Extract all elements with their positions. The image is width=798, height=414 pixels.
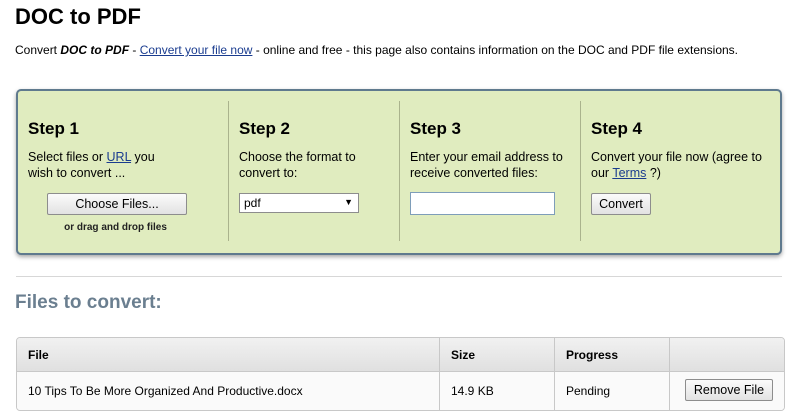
convert-now-link[interactable]: Convert your file now [140, 43, 253, 57]
intro-suffix: - online and free - this page also conta… [252, 43, 739, 57]
table-header: File Size Progress [17, 338, 784, 372]
intro-prefix: Convert [15, 43, 61, 57]
file-progress-cell: Pending [566, 384, 611, 398]
email-input[interactable] [410, 192, 555, 215]
column-divider [669, 372, 670, 410]
section-separator [16, 276, 782, 277]
file-name-cell: 10 Tips To Be More Organized And Product… [28, 384, 303, 398]
step-3-description: Enter your email address to receive conv… [410, 150, 563, 180]
step-2-description: Choose the format to convert to: [239, 150, 356, 180]
format-select-value: pdf [244, 196, 261, 210]
step-3-title: Step 3 [410, 119, 462, 138]
step-1: Step 1 Select files or URL you wish to c… [18, 91, 228, 253]
file-size-cell: 14.9 KB [451, 384, 494, 398]
step-1-description: Select files or URL you wish to convert … [28, 149, 178, 181]
column-header-progress: Progress [566, 347, 619, 362]
step-4-title: Step 4 [591, 119, 643, 138]
convert-button[interactable]: Convert [591, 193, 651, 215]
step-2-title: Step 2 [239, 119, 291, 138]
steps-panel: Step 1 Select files or URL you wish to c… [16, 89, 782, 255]
step-4-description: Convert your file now (agree to our Term… [591, 149, 766, 181]
dropdown-arrow-icon: ▼ [344, 197, 353, 207]
page-title: DOC to PDF [15, 4, 141, 29]
intro-dash: - [129, 43, 140, 57]
intro-emphasis: DOC to PDF [60, 43, 130, 57]
column-header-size: Size [451, 347, 476, 362]
files-table: File Size Progress 10 Tips To Be More Or… [16, 337, 785, 411]
step-1-title: Step 1 [28, 119, 80, 138]
page: DOC to PDF Convert DOC to PDF - Convert … [0, 0, 798, 414]
step-2: Step 2 Choose the format to convert to: … [229, 91, 399, 253]
intro-text: Convert DOC to PDF - Convert your file n… [15, 43, 738, 57]
files-section-title: Files to convert: [15, 292, 162, 313]
step-4-desc-text-end: ?) [646, 166, 661, 180]
column-header-file: File [28, 347, 49, 362]
terms-link[interactable]: Terms [612, 166, 646, 180]
drag-drop-hint: or drag and drop files [64, 222, 167, 233]
column-header-action [670, 338, 784, 371]
step-4: Step 4 Convert your file now (agree to o… [581, 91, 781, 253]
table-row: 10 Tips To Be More Organized And Product… [17, 372, 784, 410]
step-1-desc-text: Select files or [28, 150, 107, 164]
url-link[interactable]: URL [107, 150, 132, 164]
step-3: Step 3 Enter your email address to recei… [400, 91, 580, 253]
format-select[interactable]: pdf ▼ [239, 193, 359, 213]
choose-files-button[interactable]: Choose Files... [47, 193, 187, 215]
remove-file-button[interactable]: Remove File [685, 379, 773, 401]
